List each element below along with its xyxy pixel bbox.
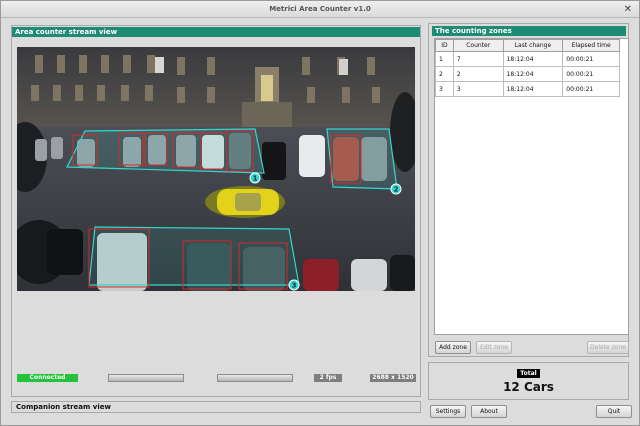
edit-zone-button[interactable]: Edit zone	[476, 341, 512, 354]
zone-elapsed-cell: 00:00:21	[562, 66, 620, 82]
zone-elapsed-cell: 00:00:21	[562, 51, 620, 67]
table-row[interactable]: 3 3 18:12:04 00:00:21	[435, 81, 620, 97]
total-count: 12 Cars	[503, 380, 554, 394]
connection-status: Connected	[17, 374, 78, 382]
title-bar: Metrici Area Counter v1.0 ✕	[1, 1, 639, 18]
companion-stream-title: Companion stream view	[16, 403, 111, 411]
zone-marker-1: 1	[249, 172, 261, 184]
zones-table-header: ID Counter Last change Elapsed time	[435, 39, 620, 52]
zone-last-change-cell: 18:12:04	[502, 66, 564, 82]
companion-stream-panel: Companion stream view	[11, 401, 421, 413]
zone-id-cell: 3	[435, 81, 454, 97]
column-header-counter[interactable]: Counter	[452, 39, 504, 52]
zone-counter-cell: 2	[452, 66, 504, 82]
zone-counter-cell: 7	[452, 51, 504, 67]
zones-table: ID Counter Last change Elapsed time 1 7 …	[435, 39, 620, 97]
zone-marker-2-label: 2	[394, 186, 399, 194]
zone-marker-2: 2	[390, 183, 402, 195]
resolution-readout: 2688 x 1520	[370, 374, 416, 382]
quit-button[interactable]: Quit	[596, 405, 632, 418]
zone-marker-1-label: 1	[253, 175, 258, 183]
zone-id-cell: 2	[435, 66, 454, 82]
zone-id-cell: 1	[435, 51, 454, 67]
zone-marker-3: 3	[288, 279, 300, 291]
zone-counter-cell: 3	[452, 81, 504, 97]
zones-panel-title: The counting zones	[432, 26, 626, 36]
fps-readout: 2 fps	[314, 374, 342, 382]
zone-last-change-cell: 18:12:04	[502, 51, 564, 67]
buffer-progress-bar	[108, 374, 184, 382]
column-header-id[interactable]: ID	[435, 39, 454, 52]
stream-panel-title: Area counter stream view	[12, 27, 420, 37]
add-zone-button[interactable]: Add zone	[435, 341, 471, 354]
window-title: Metrici Area Counter v1.0	[269, 5, 371, 13]
column-header-elapsed-time[interactable]: Elapsed time	[562, 39, 620, 52]
parking-lot-scene: 1 2 3	[17, 47, 415, 291]
processing-progress-bar	[217, 374, 293, 382]
close-icon[interactable]: ✕	[624, 1, 632, 18]
settings-button[interactable]: Settings	[430, 405, 466, 418]
table-row[interactable]: 2 2 18:12:04 00:00:21	[435, 66, 620, 82]
zone-last-change-cell: 18:12:04	[502, 81, 564, 97]
camera-stream: 1 2 3	[17, 47, 415, 291]
column-header-last-change[interactable]: Last change	[502, 39, 564, 52]
total-panel: Total 12 Cars	[428, 362, 629, 400]
about-button[interactable]: About	[471, 405, 507, 418]
delete-zone-button[interactable]: Delete zone	[587, 341, 629, 354]
total-label: Total	[517, 369, 540, 378]
zone-elapsed-cell: 00:00:21	[562, 81, 620, 97]
app-window: Metrici Area Counter v1.0 ✕ Area counter…	[0, 0, 640, 426]
zone-marker-3-label: 3	[292, 282, 297, 290]
table-row[interactable]: 1 7 18:12:04 00:00:21	[435, 51, 620, 67]
